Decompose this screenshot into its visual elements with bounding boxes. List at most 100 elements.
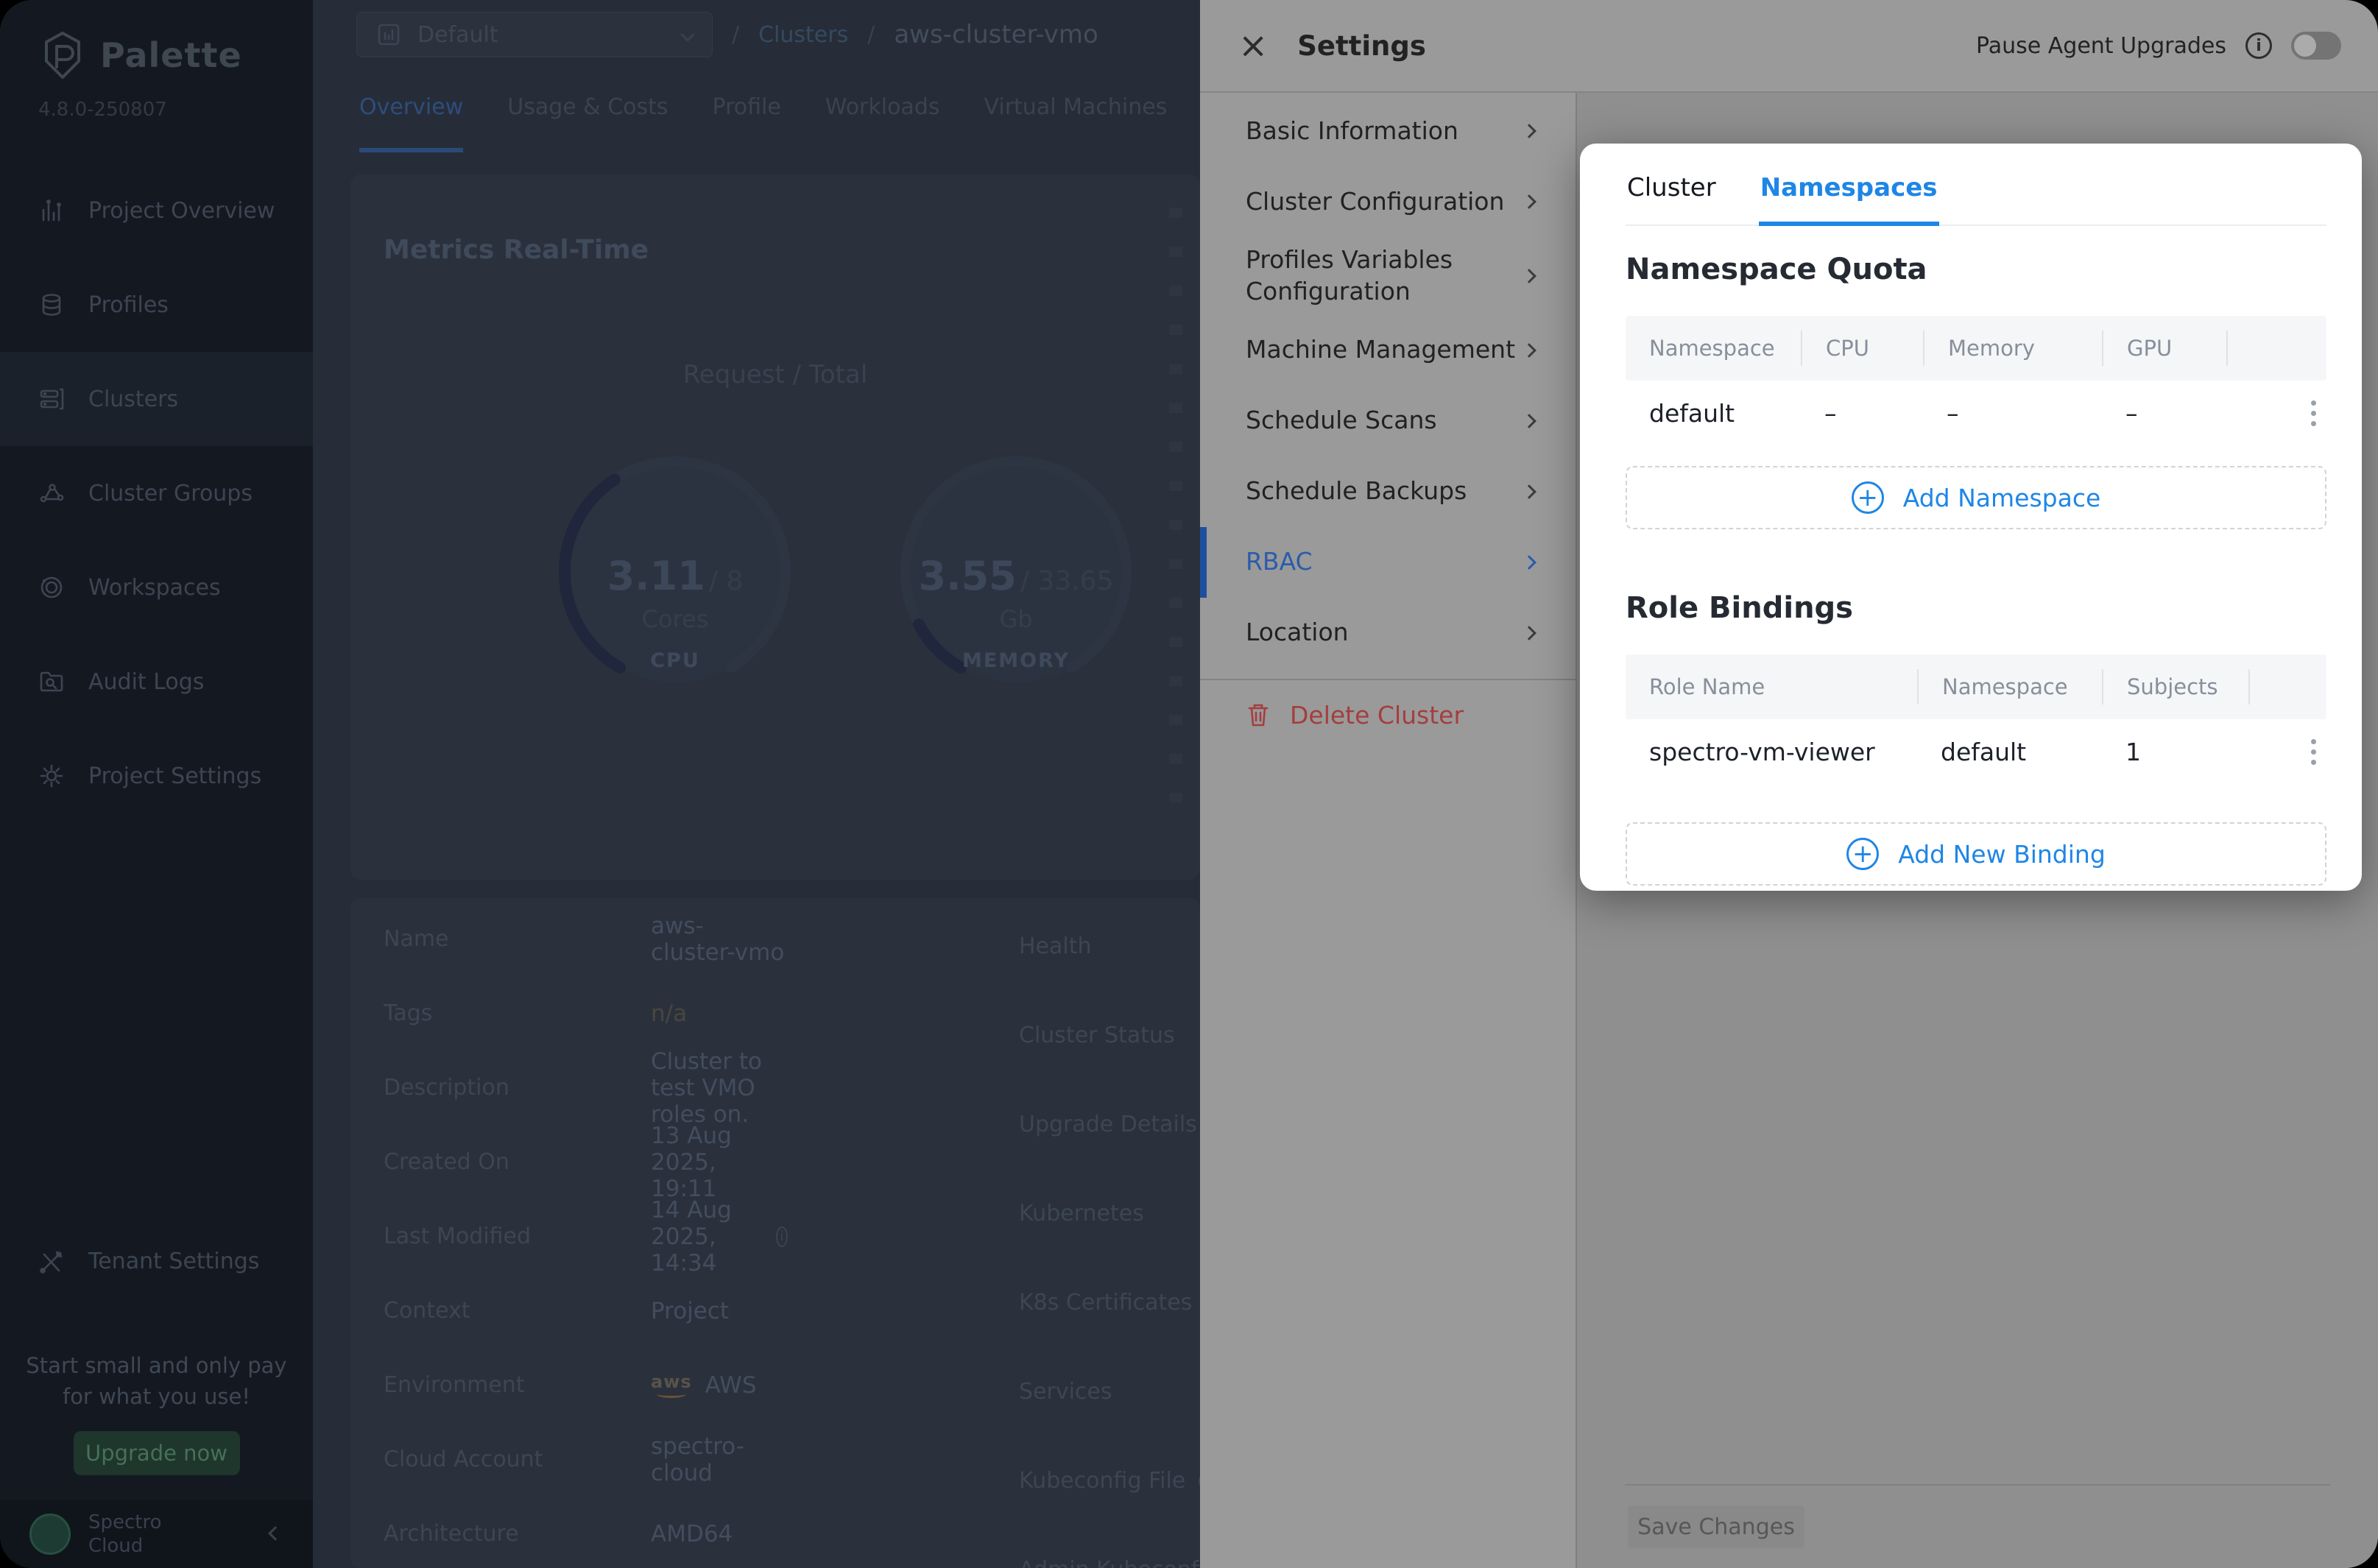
table-header-row: Role Name Namespace Subjects xyxy=(1626,654,2326,719)
kebab-menu-icon[interactable] xyxy=(2311,739,2326,765)
detail-row: ContextProject xyxy=(384,1274,788,1348)
sidebar-item-label: Audit Logs xyxy=(88,669,204,695)
chevron-right-icon xyxy=(1522,194,1536,209)
breadcrumb-separator: / xyxy=(867,22,875,48)
sidebar-nav: Project Overview Profiles Clusters Clust… xyxy=(0,163,313,823)
settings-nav-location[interactable]: Location xyxy=(1200,598,1576,668)
network-icon xyxy=(38,480,65,506)
layers-icon xyxy=(38,292,65,318)
sidebar-item-cluster-groups[interactable]: Cluster Groups xyxy=(0,446,313,540)
settings-nav: Basic Information Cluster Configuration … xyxy=(1200,93,1576,1568)
breadcrumb-link-clusters[interactable]: Clusters xyxy=(758,22,848,48)
settings-header: × Settings Pause Agent Upgrades i xyxy=(1200,0,2378,93)
chevron-right-icon xyxy=(1522,269,1536,283)
pause-agent-upgrades-label: Pause Agent Upgrades xyxy=(1976,33,2226,59)
sidebar-item-label: Clusters xyxy=(88,386,178,412)
gear-icon xyxy=(38,763,65,789)
close-icon[interactable]: × xyxy=(1238,28,1268,63)
sidebar-item-tenant-settings[interactable]: Tenant Settings xyxy=(0,1215,313,1309)
cpu-gauge-values: 3.11 / 8 Cores CPU xyxy=(543,553,808,672)
add-new-binding-button[interactable]: + Add New Binding xyxy=(1626,822,2326,886)
breadcrumb-separator: / xyxy=(732,22,739,48)
sidebar-item-project-settings[interactable]: Project Settings xyxy=(0,729,313,823)
metrics-panel: Metrics Real-Time Request / Total 3.11 /… xyxy=(350,174,1200,880)
sidebar-item-label: Cluster Groups xyxy=(88,481,253,506)
chevron-right-icon xyxy=(1522,484,1536,499)
info-icon[interactable]: i xyxy=(2245,32,2272,59)
aws-icon: aws xyxy=(651,1373,692,1398)
spectro-cloud-logo-icon xyxy=(29,1514,71,1555)
settings-title: Settings xyxy=(1297,30,1426,62)
palette-logo: Palette xyxy=(0,0,313,80)
sidebar-item-label: Tenant Settings xyxy=(88,1249,259,1274)
table-header-row: Namespace CPU Memory GPU xyxy=(1626,316,2326,381)
chevron-left-icon xyxy=(268,1526,283,1541)
table-row: spectro-vm-viewer default 1 xyxy=(1626,719,2326,784)
breadcrumb-current: aws-cluster-vmo xyxy=(894,20,1098,49)
tab-virtual-machines[interactable]: Virtual Machines xyxy=(984,94,1168,152)
details-left-column: Nameaws-cluster-vmo Tagsn/a DescriptionC… xyxy=(384,902,788,1568)
rbac-tabs: Cluster Namespaces xyxy=(1626,163,2326,226)
chevron-right-icon xyxy=(1522,343,1536,358)
gauge-subtitle: Request / Total xyxy=(350,360,1200,389)
tools-icon xyxy=(38,1249,65,1275)
sidebar: Palette 4.8.0-250807 Project Overview Pr… xyxy=(0,0,313,1568)
rbac-card: Cluster Namespaces Namespace Quota Names… xyxy=(1580,144,2362,891)
settings-nav-schedule-backups[interactable]: Schedule Backups xyxy=(1200,456,1576,527)
sidebar-item-audit-logs[interactable]: Audit Logs xyxy=(0,635,313,729)
sidebar-item-label: Profiles xyxy=(88,292,169,318)
nav-divider xyxy=(1200,679,1576,680)
sidebar-item-label: Workspaces xyxy=(88,575,221,601)
settings-nav-schedule-scans[interactable]: Schedule Scans xyxy=(1200,386,1576,456)
project-selector-value: Default xyxy=(417,22,666,48)
settings-nav-profiles-variables-configuration[interactable]: Profiles Variables Configuration xyxy=(1200,237,1576,315)
detail-row: EnvironmentawsAWS xyxy=(384,1348,788,1422)
brand-bar: Spectro Cloud xyxy=(0,1500,313,1568)
settings-nav-machine-management[interactable]: Machine Management xyxy=(1200,315,1576,386)
footer-divider xyxy=(1625,1484,2330,1486)
chevron-right-icon xyxy=(1522,555,1536,570)
palette-logo-icon xyxy=(41,31,84,80)
tab-workloads[interactable]: Workloads xyxy=(825,94,940,152)
collapse-sidebar-button[interactable] xyxy=(270,1528,281,1541)
chevron-right-icon xyxy=(1522,124,1536,138)
detail-row: Tagsn/a xyxy=(384,976,788,1050)
upgrade-now-button[interactable]: Upgrade now xyxy=(74,1431,240,1475)
project-selector[interactable]: Default xyxy=(356,12,713,57)
settings-nav-rbac[interactable]: RBAC xyxy=(1200,527,1576,598)
upgrade-promo-text: Start small and only pay for what you us… xyxy=(0,1350,313,1412)
orbit-icon xyxy=(38,574,65,601)
sidebar-item-profiles[interactable]: Profiles xyxy=(0,258,313,352)
app-title: Palette xyxy=(100,35,242,75)
sidebar-item-clusters[interactable]: Clusters xyxy=(0,352,313,446)
chevron-down-icon xyxy=(680,27,695,42)
detail-row: DescriptionCluster to test VMO roles on. xyxy=(384,1050,788,1125)
tab-namespaces[interactable]: Namespaces xyxy=(1759,163,1939,226)
detail-row: Last Modified14 Aug 2025, 14:34i xyxy=(384,1199,788,1274)
chevron-right-icon xyxy=(1522,626,1536,640)
add-namespace-button[interactable]: + Add Namespace xyxy=(1626,466,2326,529)
table-row: default – – – xyxy=(1626,381,2326,445)
save-changes-button[interactable]: Save Changes xyxy=(1628,1505,1804,1548)
sidebar-item-label: Project Settings xyxy=(88,763,261,789)
kebab-menu-icon[interactable] xyxy=(2311,400,2326,426)
tab-usage-costs[interactable]: Usage & Costs xyxy=(507,94,668,152)
pause-agent-upgrades-toggle[interactable] xyxy=(2291,32,2341,60)
info-icon[interactable]: i xyxy=(776,1226,788,1247)
tab-overview[interactable]: Overview xyxy=(359,94,463,152)
metrics-title: Metrics Real-Time xyxy=(384,235,649,265)
sidebar-item-workspaces[interactable]: Workspaces xyxy=(0,540,313,635)
settings-nav-basic-information[interactable]: Basic Information xyxy=(1200,96,1576,166)
delete-cluster-button[interactable]: Delete Cluster xyxy=(1200,688,1576,730)
sidebar-item-project-overview[interactable]: Project Overview xyxy=(0,163,313,258)
brand-name: Spectro Cloud xyxy=(88,1511,162,1558)
detail-row: Created On13 Aug 2025, 19:11 xyxy=(384,1125,788,1199)
tab-profile[interactable]: Profile xyxy=(713,94,781,152)
role-bindings-title: Role Bindings xyxy=(1626,591,2326,625)
plus-circle-icon: + xyxy=(1852,481,1884,514)
role-bindings-table: Role Name Namespace Subjects spectro-vm-… xyxy=(1626,654,2326,784)
settings-nav-cluster-configuration[interactable]: Cluster Configuration xyxy=(1200,166,1576,237)
memory-gauge-values: 3.55 / 33.65 Gb MEMORY xyxy=(883,553,1149,672)
tab-cluster[interactable]: Cluster xyxy=(1626,163,1718,225)
detail-row: Cloud Accountspectro-cloud xyxy=(384,1422,788,1497)
